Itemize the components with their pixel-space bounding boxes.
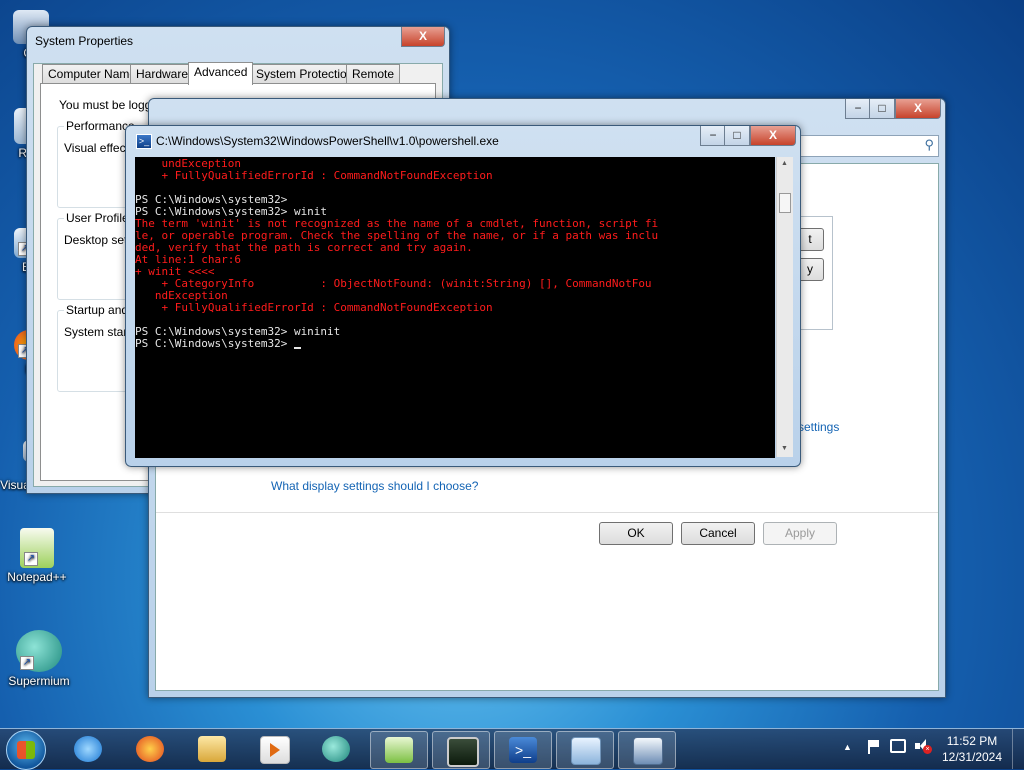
- monitor-icon: [447, 737, 479, 767]
- media-player-icon: [260, 736, 290, 764]
- maximize-button[interactable]: □: [724, 126, 750, 146]
- maximize-icon: □: [733, 128, 741, 142]
- console-line: + FullyQualifiedErrorId : CommandNotFoun…: [135, 170, 775, 182]
- taskbar: >_ ▲ × 11:52 PM 12/31/2024: [0, 728, 1024, 770]
- tab-computer-name[interactable]: Computer Name: [42, 64, 143, 84]
- ok-button[interactable]: OK: [599, 522, 673, 545]
- shortcut-arrow-icon: ↗: [24, 552, 38, 566]
- console-line: PS C:\Windows\system32>: [135, 338, 775, 350]
- taskbar-explorer[interactable]: [184, 731, 240, 767]
- window-title: C:\Windows\System32\WindowsPowerShell\v1…: [156, 134, 499, 148]
- console-line-text: + FullyQualifiedErrorId : CommandNotFoun…: [135, 301, 493, 314]
- desktop-settings-text: Desktop setti: [64, 233, 134, 247]
- window-title: System Properties: [35, 34, 134, 48]
- volume-muted-icon[interactable]: ×: [914, 738, 932, 754]
- minimize-button[interactable]: −: [700, 126, 726, 146]
- firefox-icon: [136, 736, 164, 762]
- taskbar-system-properties[interactable]: [618, 731, 676, 769]
- internet-explorer-icon: [74, 736, 102, 762]
- taskbar-task-manager[interactable]: [432, 731, 490, 769]
- desktop-icon-label: Notepad++: [7, 570, 67, 584]
- powershell-titlebar[interactable]: >_ C:\Windows\System32\WindowsPowerShell…: [126, 126, 800, 156]
- admin-notice: You must be logge: [59, 98, 158, 112]
- console-cursor: [293, 347, 301, 349]
- console-line-text: + FullyQualifiedErrorId : CommandNotFoun…: [135, 169, 493, 182]
- powershell-icon: >_: [509, 737, 537, 763]
- show-hidden-icons-button[interactable]: ▲: [843, 742, 852, 752]
- taskbar-supermium[interactable]: [308, 731, 364, 767]
- display-settings-help-link[interactable]: What display settings should I choose?: [271, 479, 478, 493]
- maximize-icon: □: [878, 101, 886, 115]
- tab-hardware[interactable]: Hardware: [130, 64, 195, 84]
- scroll-thumb[interactable]: [779, 193, 791, 213]
- folder-icon: [198, 736, 226, 762]
- clock-time: 11:52 PM: [946, 734, 998, 748]
- settings-link[interactable]: settings: [798, 420, 839, 434]
- console-line: + FullyQualifiedErrorId : CommandNotFoun…: [135, 302, 775, 314]
- minimize-button[interactable]: −: [845, 99, 871, 119]
- apply-button[interactable]: Apply: [763, 522, 837, 545]
- minimize-icon: −: [709, 128, 717, 142]
- button-divider: [156, 512, 938, 513]
- tab-advanced[interactable]: Advanced: [188, 62, 254, 85]
- console-line: At line:1 char:6: [135, 254, 775, 266]
- desktop-icon-label: Supermium: [8, 674, 70, 688]
- powershell-window: >_ C:\Windows\System32\WindowsPowerShell…: [125, 125, 801, 467]
- desktop-icon-notepadpp[interactable]: ↗ Notepad++: [2, 528, 72, 584]
- close-icon: X: [418, 29, 427, 43]
- clock[interactable]: 11:52 PM 12/31/2024: [936, 733, 1008, 765]
- close-icon: X: [768, 128, 777, 142]
- taskbar-control-panel[interactable]: [556, 731, 614, 769]
- minimize-icon: −: [854, 101, 862, 115]
- taskbar-notepadpp[interactable]: [370, 731, 428, 769]
- search-icon[interactable]: ⚲: [924, 137, 934, 153]
- control-panel-icon: [571, 737, 601, 765]
- console-line-text: PS C:\Windows\system32>: [135, 337, 294, 350]
- close-icon: X: [913, 101, 922, 115]
- display-settings-titlebar[interactable]: − □ X: [149, 99, 945, 125]
- cancel-button[interactable]: Cancel: [681, 522, 755, 545]
- scroll-up-arrow-icon[interactable]: ▲: [781, 160, 788, 167]
- supermium-icon: [322, 736, 350, 762]
- shortcut-arrow-icon: ↗: [20, 656, 34, 670]
- system-properties-icon: [633, 737, 663, 765]
- taskbar-media-player[interactable]: [246, 731, 302, 767]
- supermium-icon: ↗: [16, 630, 62, 672]
- tab-remote[interactable]: Remote: [346, 64, 401, 84]
- notepadpp-icon: [385, 737, 413, 763]
- notepadpp-icon: ↗: [20, 528, 54, 568]
- powershell-icon: >_: [136, 134, 152, 149]
- desktop-icon-supermium[interactable]: ↗ Supermium: [4, 630, 74, 688]
- network-icon[interactable]: [890, 739, 906, 753]
- close-button[interactable]: X: [895, 99, 941, 119]
- windows-start-icon: [17, 741, 35, 759]
- close-button[interactable]: X: [750, 126, 796, 146]
- show-desktop-button[interactable]: [1012, 729, 1024, 769]
- powershell-console[interactable]: undException + FullyQualifiedErrorId : C…: [135, 157, 775, 458]
- scroll-down-arrow-icon[interactable]: ▼: [781, 445, 788, 452]
- close-button[interactable]: X: [401, 27, 445, 47]
- taskbar-ie[interactable]: [60, 731, 116, 767]
- tab-system-protection[interactable]: System Protection: [250, 64, 360, 84]
- maximize-button[interactable]: □: [869, 99, 895, 119]
- console-line: + CategoryInfo : ObjectNotFound: (winit:…: [135, 278, 775, 290]
- console-scrollbar[interactable]: ▲ ▼: [776, 157, 793, 457]
- taskbar-powershell[interactable]: >_: [494, 731, 552, 769]
- taskbar-firefox[interactable]: [122, 731, 178, 767]
- system-properties-titlebar[interactable]: System Properties X: [27, 27, 449, 53]
- action-center-flag-icon[interactable]: [866, 738, 880, 754]
- start-button[interactable]: [6, 730, 46, 770]
- search-box[interactable]: ⚲: [787, 135, 939, 157]
- clock-date: 12/31/2024: [941, 750, 1003, 764]
